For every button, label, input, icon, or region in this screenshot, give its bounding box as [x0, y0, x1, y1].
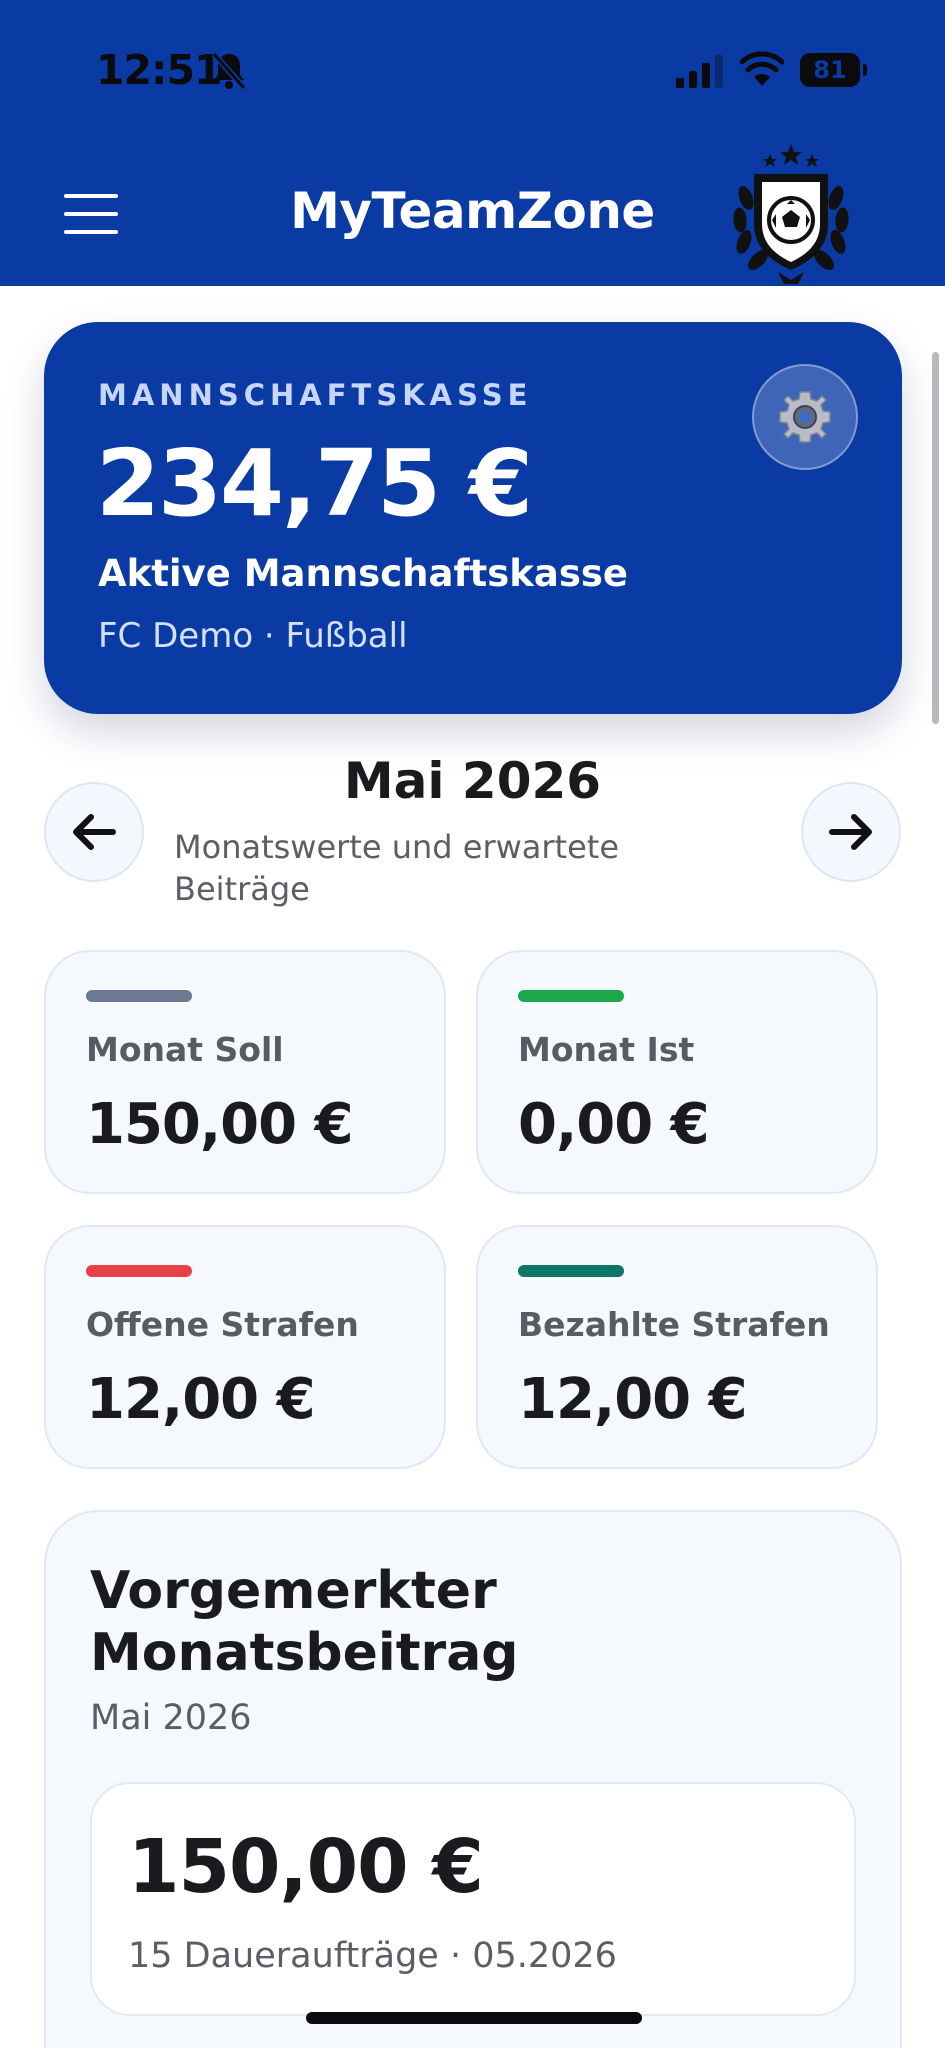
stat-color-bar [518, 990, 624, 1002]
stat-value: 12,00 € [518, 1367, 748, 1432]
wifi-icon [740, 51, 784, 86]
pending-fee-amount: 150,00 € [128, 1824, 484, 1910]
screen: 12:51 81 MyTeamZone MANNSCHAFTSKASSE 234… [0, 0, 945, 2048]
stat-label: Offene Strafen [86, 1305, 359, 1344]
bell-slash-icon [211, 52, 247, 90]
stat-label: Monat Soll [86, 1030, 284, 1069]
stat-tile-paid-fines[interactable]: Bezahlte Strafen 12,00 € [476, 1225, 878, 1469]
signal-icon [676, 55, 723, 88]
stat-value: 12,00 € [86, 1367, 316, 1432]
pending-monthly-fee-card: Vorgemerkter Monatsbeitrag Mai 2026 150,… [44, 1510, 902, 2048]
stat-color-bar [86, 1265, 192, 1277]
battery-icon: 81 [800, 53, 867, 87]
stat-tile-month-actual[interactable]: Monat Ist 0,00 € [476, 950, 878, 1194]
pending-fee-summary[interactable]: 150,00 € 15 Daueraufträge · 05.2026 [90, 1782, 856, 2016]
team-fund-card: MANNSCHAFTSKASSE 234,75 € Aktive Mannsch… [44, 322, 902, 714]
arrow-right-icon [829, 814, 872, 850]
next-month-button[interactable] [801, 782, 901, 882]
stat-value: 0,00 € [518, 1092, 710, 1157]
fund-title: Aktive Mannschaftskasse [98, 552, 628, 595]
month-title: Mai 2026 [343, 752, 602, 810]
home-indicator [306, 2012, 642, 2024]
stat-label: Bezahlte Strafen [518, 1305, 830, 1344]
fund-label: MANNSCHAFTSKASSE [98, 378, 533, 412]
stat-color-bar [518, 1265, 624, 1277]
pending-fee-detail: 15 Daueraufträge · 05.2026 [128, 1936, 617, 1976]
gear-icon [779, 391, 831, 443]
settings-button[interactable] [752, 364, 858, 470]
fund-subtitle: FC Demo · Fußball [98, 616, 408, 656]
month-subtitle: Monatswerte und erwartete Beiträge [174, 828, 620, 908]
club-crest-logo[interactable] [724, 138, 858, 286]
arrow-left-icon [73, 814, 116, 850]
stat-tile-open-fines[interactable]: Offene Strafen 12,00 € [44, 1225, 446, 1469]
stat-label: Monat Ist [518, 1030, 695, 1069]
pending-fee-month: Mai 2026 [90, 1698, 252, 1738]
fund-balance: 234,75 € [96, 430, 533, 537]
stat-tile-month-target[interactable]: Monat Soll 150,00 € [44, 950, 446, 1194]
app-bar: 12:51 81 MyTeamZone [0, 0, 945, 286]
scroll-indicator[interactable] [932, 352, 939, 724]
status-time: 12:51 [96, 46, 223, 94]
stat-value: 150,00 € [86, 1092, 354, 1157]
stat-color-bar [86, 990, 192, 1002]
pending-fee-title: Vorgemerkter Monatsbeitrag [90, 1561, 519, 1683]
